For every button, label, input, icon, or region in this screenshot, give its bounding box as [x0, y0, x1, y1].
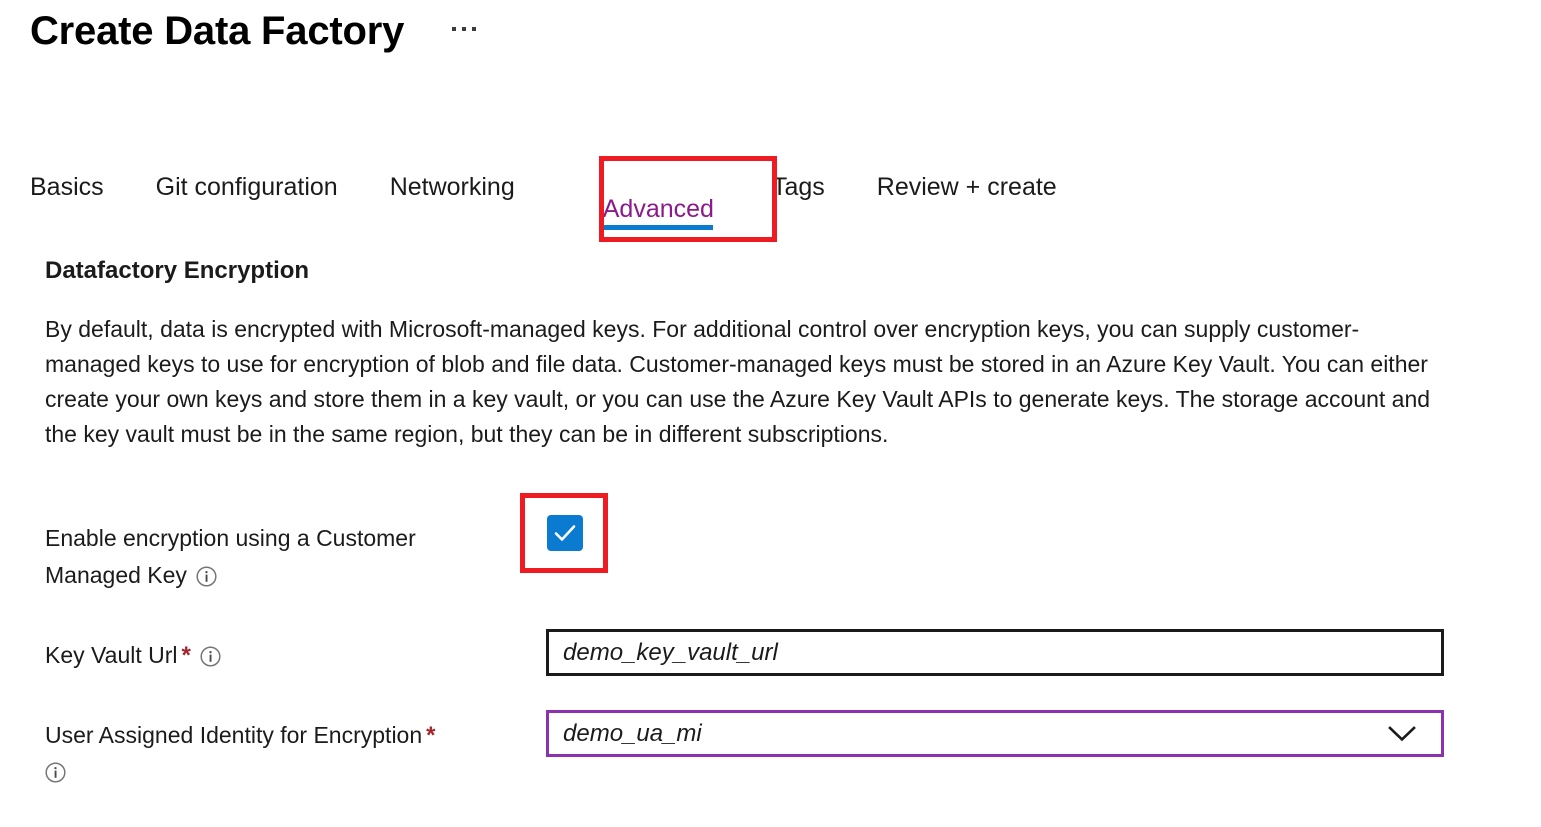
- enable-encryption-checkbox[interactable]: [547, 515, 583, 551]
- tab-networking-label: Networking: [389, 173, 515, 201]
- key-vault-url-input[interactable]: [546, 629, 1444, 676]
- enable-encryption-row: Enable encryption using a Customer Manag…: [45, 520, 515, 594]
- more-options-icon[interactable]: [448, 21, 480, 41]
- user-assigned-identity-row: User Assigned Identity for Encryption *: [45, 717, 515, 783]
- key-vault-url-row: Key Vault Url *: [45, 637, 221, 673]
- checkmark-icon: [554, 525, 576, 541]
- wizard-tab-bar: Basics Git configuration Networking Adva…: [30, 172, 1057, 258]
- required-indicator: *: [426, 722, 436, 749]
- enable-encryption-label: Enable encryption using a Customer Manag…: [45, 525, 416, 588]
- chevron-down-icon: [1388, 725, 1416, 741]
- tab-advanced[interactable]: Advanced: [603, 194, 714, 238]
- user-assigned-identity-label: User Assigned Identity for Encryption: [45, 722, 423, 748]
- tab-review-create[interactable]: Review + create: [877, 172, 1057, 216]
- tab-tags-label: Tags: [771, 173, 825, 201]
- page-header: Create Data Factory: [30, 8, 480, 54]
- tab-networking[interactable]: Networking: [390, 172, 515, 216]
- key-vault-url-label: Key Vault Url: [45, 642, 178, 668]
- tab-advanced-container: Advanced: [577, 172, 740, 258]
- section-heading: Datafactory Encryption: [45, 257, 310, 284]
- tab-basics-label: Basics: [30, 173, 104, 201]
- page-title: Create Data Factory: [30, 9, 405, 53]
- user-assigned-identity-dropdown[interactable]: demo_ua_mi: [546, 710, 1444, 757]
- info-icon[interactable]: [45, 762, 66, 783]
- tab-tags[interactable]: Tags: [772, 172, 825, 216]
- user-assigned-identity-value: demo_ua_mi: [563, 719, 702, 747]
- required-indicator: *: [181, 642, 191, 669]
- info-icon[interactable]: [196, 566, 217, 587]
- tab-advanced-label: Advanced: [602, 195, 714, 223]
- tab-git-configuration[interactable]: Git configuration: [156, 172, 338, 216]
- tab-basics[interactable]: Basics: [30, 172, 104, 216]
- section-description: By default, data is encrypted with Micro…: [45, 316, 1431, 447]
- tab-review-create-label: Review + create: [876, 173, 1057, 201]
- info-icon[interactable]: [200, 646, 221, 667]
- tab-active-underline: [603, 225, 713, 230]
- tab-git-configuration-label: Git configuration: [155, 173, 338, 201]
